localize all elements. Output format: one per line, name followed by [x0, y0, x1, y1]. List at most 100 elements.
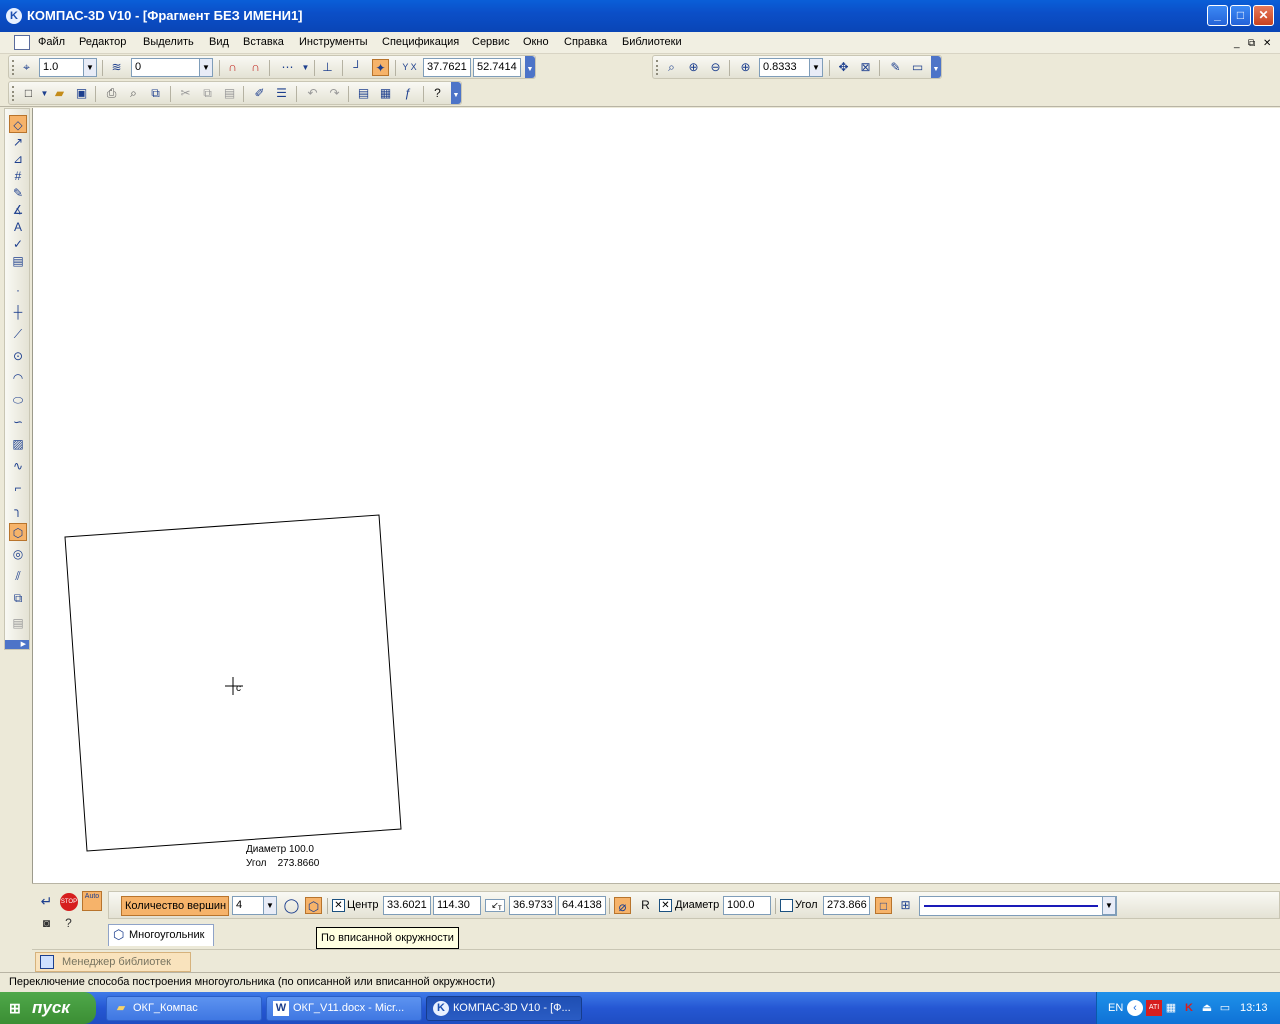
inscribed-circle-icon[interactable]: ⬡ — [305, 897, 322, 914]
menu-tools[interactable]: Инструменты — [299, 36, 368, 48]
dimensions-panel-icon[interactable]: ↗ — [9, 133, 27, 151]
menu-specification[interactable]: Спецификация — [382, 36, 459, 48]
print-layout-icon[interactable]: ⧉ — [147, 85, 164, 102]
cut-icon[interactable]: ✂ — [177, 85, 194, 102]
context-help-icon[interactable]: ? — [429, 85, 446, 102]
paste-icon[interactable]: ▤ — [221, 85, 238, 102]
start-button[interactable]: ⊞ пуск — [0, 992, 96, 1024]
circumscribed-circle-icon[interactable]: ◯ — [283, 897, 300, 914]
no-axes-icon[interactable]: □ — [875, 897, 892, 914]
editing-panel-icon[interactable]: # — [9, 167, 27, 185]
selection-panel-icon[interactable]: A — [9, 218, 27, 236]
auto-create-icon[interactable]: Auto — [82, 891, 102, 911]
manager-icon[interactable]: ▤ — [355, 85, 372, 102]
hatch-icon[interactable]: ▨ — [9, 435, 27, 453]
toolbar-grip[interactable] — [12, 60, 15, 75]
camera-icon[interactable]: ◙ — [38, 915, 55, 932]
center-lock-checkbox[interactable]: ✕ — [332, 899, 345, 912]
equidistant-icon[interactable]: ⫽ — [9, 567, 27, 585]
ortho-mode-icon[interactable]: ┘ — [349, 59, 366, 76]
safely-remove-icon[interactable]: ⏏ — [1199, 1000, 1215, 1016]
insert-fragment-icon[interactable]: ▤ — [9, 614, 27, 632]
geometry-panel-icon[interactable]: ◇ — [9, 115, 27, 133]
help-icon[interactable]: ? — [60, 915, 77, 932]
print-icon[interactable]: ⎙ — [103, 85, 120, 102]
menu-file[interactable]: Файл — [38, 36, 65, 48]
step-field[interactable]: 1.0 — [39, 58, 85, 77]
menu-editor[interactable]: Редактор — [79, 36, 126, 48]
open-icon[interactable]: ▰ — [51, 85, 68, 102]
with-axes-icon[interactable]: ⊞ — [897, 897, 914, 914]
zoom-dropdown-arrow[interactable]: ▼ — [809, 58, 823, 77]
toolbar-grip[interactable] — [12, 86, 15, 101]
diameter-field[interactable]: 100.0 — [723, 896, 771, 915]
refresh-icon[interactable]: ✎ — [887, 59, 904, 76]
library-manager-tab[interactable]: Менеджер библиотек — [35, 952, 191, 972]
vertex-count-dropdown-arrow[interactable]: ▼ — [263, 896, 277, 915]
grid-icon[interactable]: ⋯ — [279, 59, 296, 76]
zoom-field[interactable]: 0.8333 — [759, 58, 815, 77]
line-style-dropdown-arrow[interactable]: ▼ — [1102, 896, 1116, 915]
grid-dropdown-icon[interactable]: ▼ — [297, 59, 314, 76]
center-x-field[interactable]: 33.6021 — [383, 896, 431, 915]
minimize-button[interactable]: _ — [1207, 5, 1228, 26]
cursor-x-field[interactable]: 37.7621 — [423, 58, 471, 77]
stop-command-icon[interactable]: STOP — [60, 893, 78, 911]
specification-panel-icon[interactable]: ▤ — [9, 252, 27, 270]
ellipse-icon[interactable]: ⬭ — [9, 391, 27, 409]
library-icon[interactable]: ▦ — [377, 85, 394, 102]
designations-panel-icon[interactable]: ⊿ — [9, 150, 27, 168]
layer-dropdown-arrow[interactable]: ▼ — [199, 58, 213, 77]
menu-insert[interactable]: Вставка — [243, 36, 284, 48]
menu-libraries[interactable]: Библиотеки — [622, 36, 682, 48]
point-y-field[interactable]: 64.4138 — [558, 896, 606, 915]
tray-expand-icon[interactable]: ‹ — [1127, 1000, 1143, 1016]
angle-field[interactable]: 273.866 — [823, 896, 870, 915]
local-snap-icon[interactable]: ∩ — [247, 59, 264, 76]
language-indicator[interactable]: EN — [1108, 1002, 1123, 1014]
continuous-input-icon[interactable]: ∽ — [9, 413, 27, 431]
compact-toolbar-chevron[interactable]: ▶ — [5, 640, 29, 649]
menu-help[interactable]: Справка — [564, 36, 607, 48]
save-icon[interactable]: ▣ — [73, 85, 90, 102]
menu-service[interactable]: Сервис — [472, 36, 510, 48]
snap-magnet-icon[interactable]: ∩ — [224, 59, 241, 76]
show-all-icon[interactable]: ⊠ — [857, 59, 874, 76]
properties-icon[interactable]: ☰ — [273, 85, 290, 102]
task-kompas[interactable]: K КОМПАС-3D V10 - [Ф... — [426, 996, 582, 1021]
zoom-window-icon[interactable]: ⌕ — [663, 59, 680, 76]
fillet-icon[interactable]: ╮ — [9, 501, 27, 519]
step-dropdown-arrow[interactable]: ▼ — [83, 58, 97, 77]
copy-icon[interactable]: ⧉ — [199, 85, 216, 102]
circle-icon[interactable]: ⊙ — [9, 347, 27, 365]
toolbar-options-chevron[interactable]: ▼ — [931, 56, 941, 78]
document-icon[interactable] — [14, 35, 30, 50]
network-icon[interactable]: ▦ — [1163, 1000, 1179, 1016]
task-folder[interactable]: ▰ ОКГ_Компас — [106, 996, 262, 1021]
collect-contour-icon[interactable]: ⧉ — [9, 589, 27, 607]
variables-icon[interactable]: ƒ — [399, 85, 416, 102]
radius-mode-button[interactable]: R — [637, 897, 654, 914]
parametric-mode-icon[interactable]: ✦ — [372, 59, 389, 76]
menu-window[interactable]: Окно — [523, 36, 549, 48]
mdi-restore-button[interactable]: ⧉ — [1248, 38, 1255, 49]
print-preview-icon[interactable]: ⌕ — [125, 85, 142, 102]
toolbar-options-chevron[interactable]: ▼ — [525, 56, 535, 78]
associative-views-icon[interactable]: ✓ — [9, 235, 27, 253]
diameter-lock-checkbox[interactable]: ✕ — [659, 899, 672, 912]
new-document-icon[interactable]: □ — [20, 85, 37, 102]
menu-select[interactable]: Выделить — [143, 36, 194, 48]
layers-icon[interactable]: ≋ — [108, 59, 125, 76]
copy-properties-icon[interactable]: ✐ — [251, 85, 268, 102]
contour-icon[interactable]: ◎ — [9, 545, 27, 563]
parametrization-panel-icon[interactable]: ✎ — [9, 184, 27, 202]
line-style-selector[interactable] — [919, 896, 1117, 916]
zoom-out-icon[interactable]: ⊖ — [707, 59, 724, 76]
measure-panel-icon[interactable]: ∡ — [9, 201, 27, 219]
chamfer-icon[interactable]: ⌐ — [9, 479, 27, 497]
display-icon[interactable]: ▭ — [1217, 1000, 1233, 1016]
toolbar-options-chevron[interactable]: ▼ — [451, 82, 461, 104]
step-icon[interactable]: ⌖ — [18, 59, 35, 76]
cursor-y-field[interactable]: 52.7414 — [473, 58, 521, 77]
arc-icon[interactable]: ◠ — [9, 369, 27, 387]
